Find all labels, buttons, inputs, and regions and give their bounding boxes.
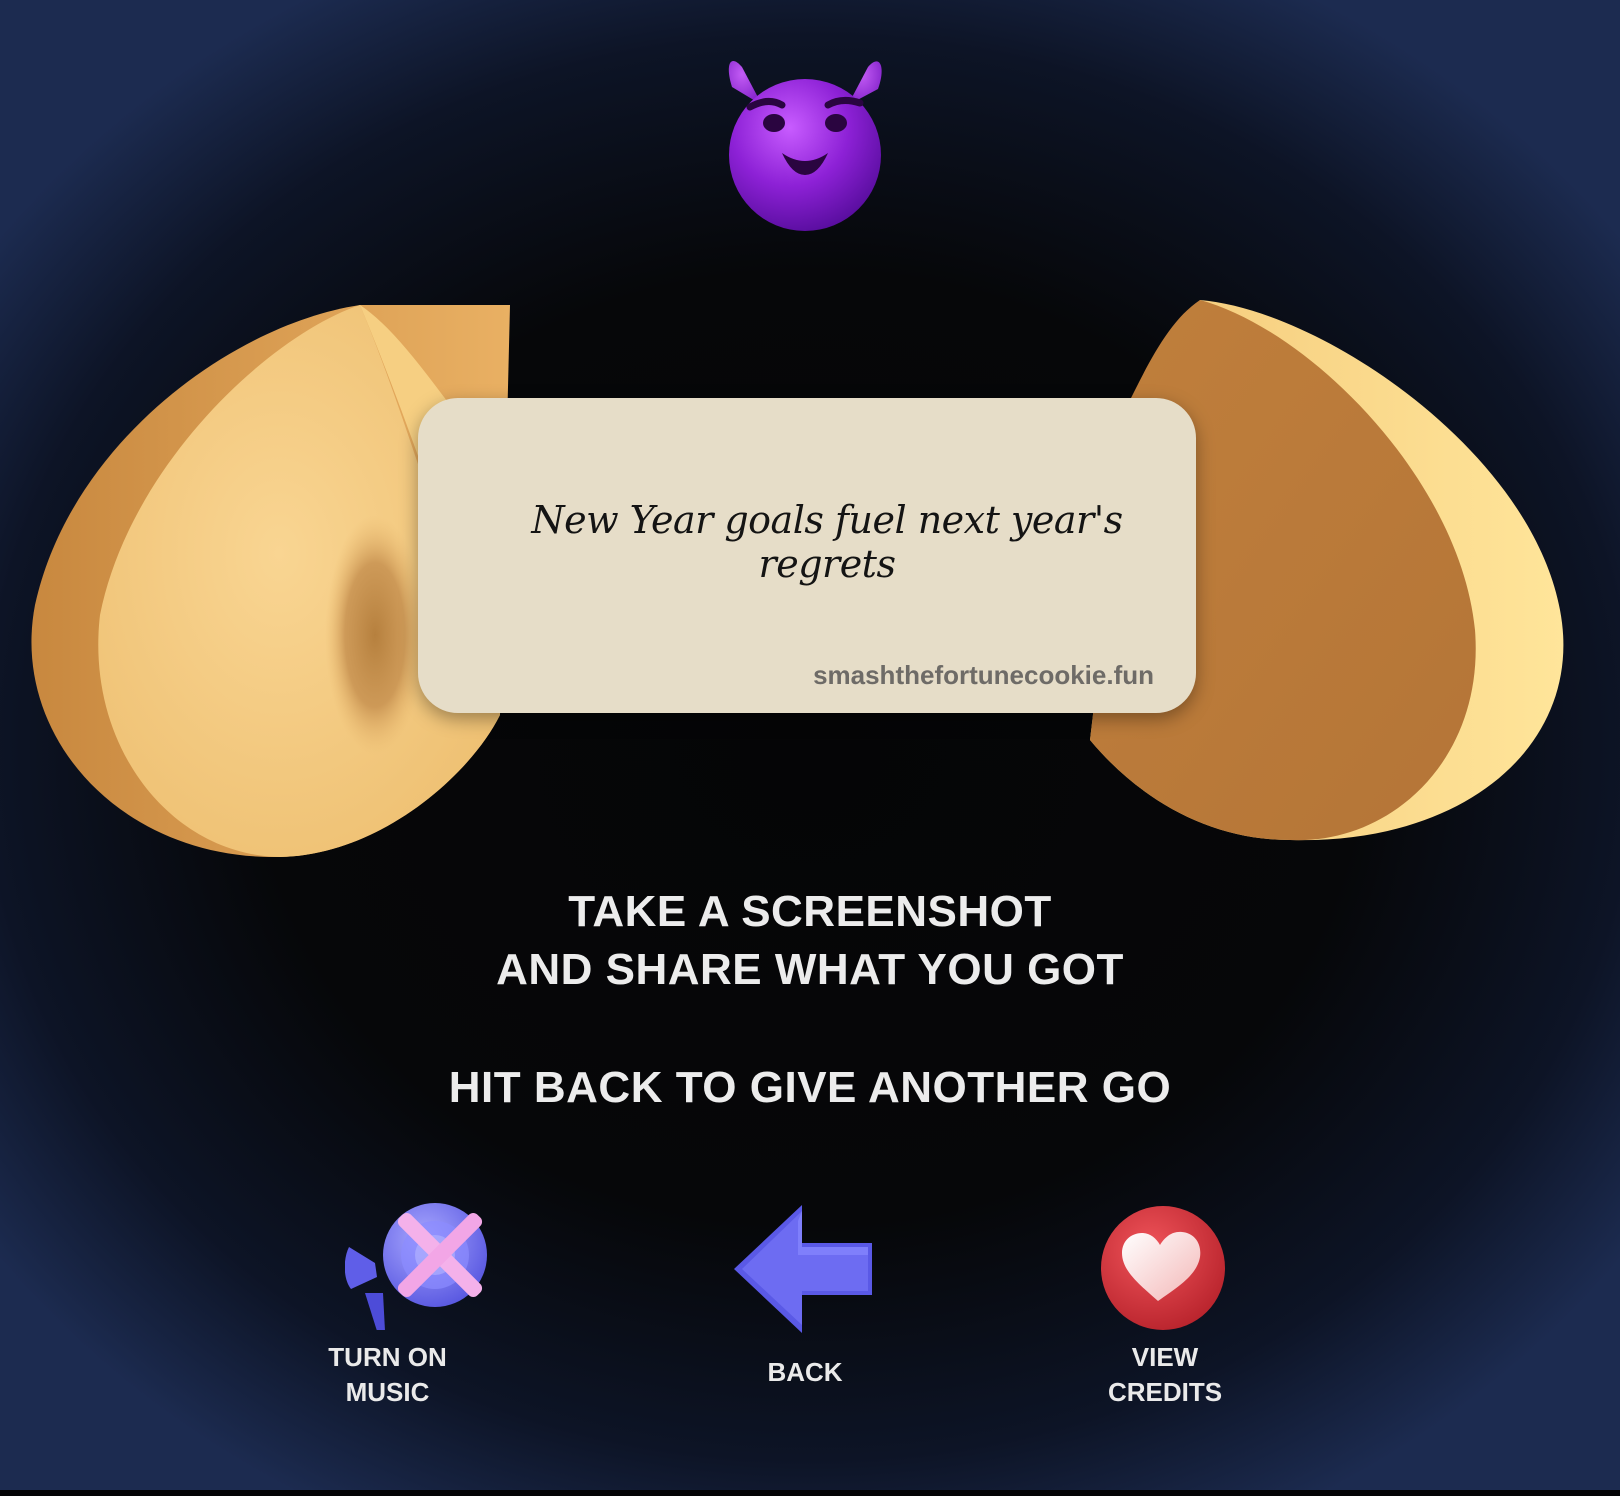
view-credits-button[interactable]: VIEW CREDITS	[1080, 1205, 1250, 1415]
music-button-label: TURN ON MUSIC	[300, 1340, 475, 1410]
bottom-edge-bar	[0, 1490, 1620, 1496]
instruction-line-1: TAKE A SCREENSHOT	[568, 887, 1052, 936]
game-screen: New Year goals fuel next year's regrets …	[0, 0, 1620, 1496]
turn-on-music-button[interactable]: TURN ON MUSIC	[300, 1185, 487, 1410]
heart-icon	[1101, 1206, 1225, 1330]
credits-button-label: VIEW CREDITS	[1080, 1340, 1250, 1410]
back-button[interactable]: BACK	[720, 1205, 890, 1387]
instruction-line-3: HIT BACK TO GIVE ANOTHER GO	[448, 1063, 1172, 1112]
credits-label-line-2: CREDITS	[1107, 1377, 1223, 1407]
instruction-line-2: AND SHARE WHAT YOU GOT	[496, 945, 1124, 994]
fortune-paper: New Year goals fuel next year's regrets …	[418, 398, 1196, 713]
credits-label-line-1: VIEW	[1131, 1342, 1199, 1372]
speaker-muted-icon	[345, 1203, 487, 1330]
fortune-message: New Year goals fuel next year's regrets	[531, 498, 1123, 586]
arrow-left-icon	[734, 1205, 872, 1333]
music-label-line-2: MUSIC	[345, 1377, 430, 1407]
smiling-devil-icon	[728, 60, 882, 231]
fortune-website: smashthefortunecookie.fun	[813, 660, 1154, 690]
music-label-line-1: TURN ON	[328, 1342, 447, 1372]
back-button-label: BACK	[767, 1357, 843, 1387]
